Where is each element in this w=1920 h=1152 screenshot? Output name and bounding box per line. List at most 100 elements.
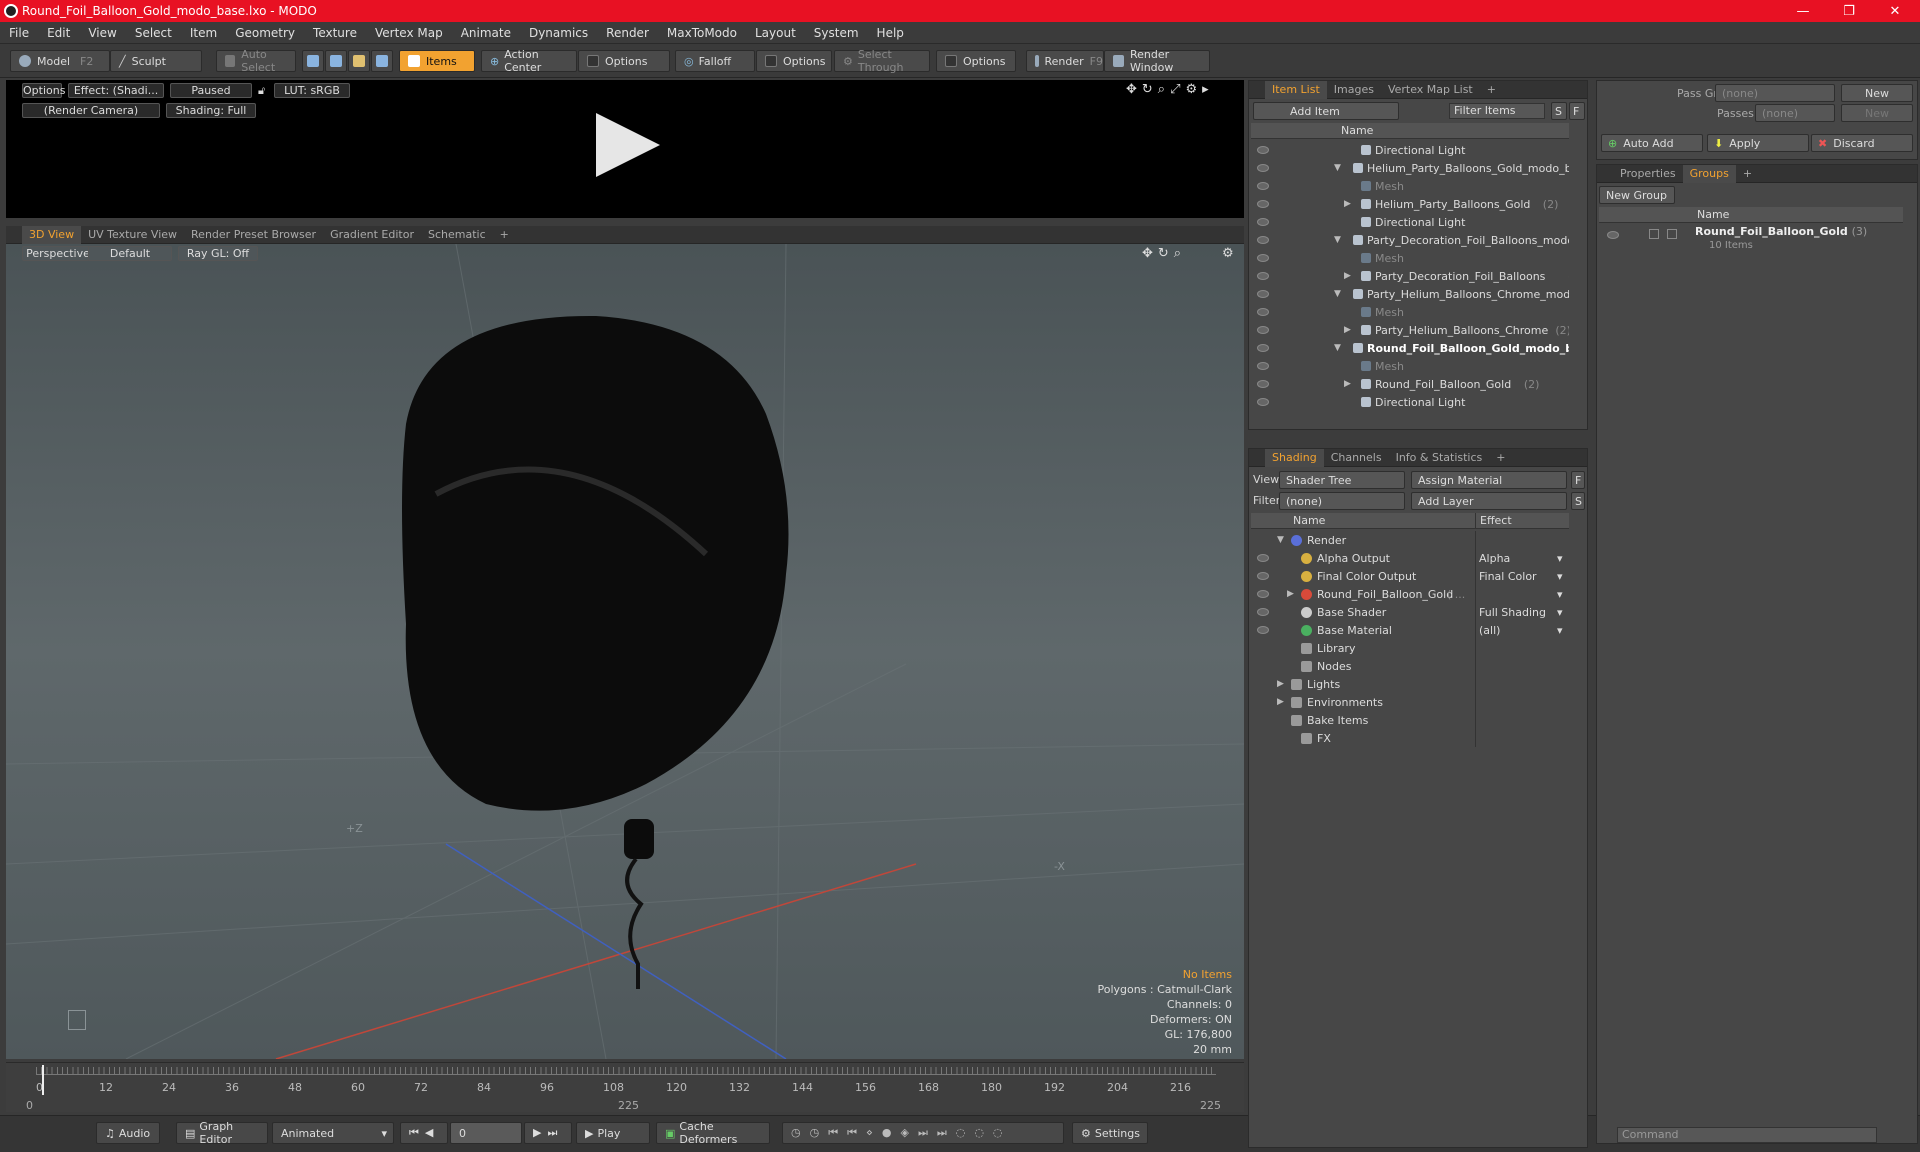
expand-arrow-icon[interactable]: ▶ [1287, 589, 1294, 599]
add-tab-button[interactable]: + [1736, 165, 1759, 183]
preview-camera-dropdown[interactable]: (Render Camera) [22, 103, 160, 118]
item-list-row[interactable]: ▼ Party_Helium_Balloons_Chrome_modo_b... [1251, 285, 1569, 303]
3d-viewport[interactable]: Perspective Default Ray GL: Off ✥↻⌕ ⚙ +Z… [6, 244, 1244, 1059]
visibility-eye-icon[interactable] [1257, 572, 1269, 580]
item-list-row[interactable]: ▶ Party_Decoration_Foil_Balloons (2) [1251, 267, 1569, 285]
tab-3d-view[interactable]: 3D View [22, 225, 82, 244]
action-center-button[interactable]: ⊕ Action Center [481, 48, 577, 74]
item-list-row[interactable]: ▼ Round_Foil_Balloon_Gold_modo_b... [1251, 339, 1569, 357]
menu-select[interactable]: Select [126, 26, 181, 40]
chevron-down-icon[interactable]: ▾ [1557, 588, 1563, 601]
visibility-eye-icon[interactable] [1257, 272, 1269, 280]
falloff-button[interactable]: ◎ Falloff [675, 50, 755, 72]
expand-arrow-icon[interactable]: ▼ [1334, 163, 1341, 173]
expand-arrow-icon[interactable]: ▼ [1334, 343, 1341, 353]
perspective-dropdown[interactable]: Perspective [22, 246, 94, 261]
visibility-eye-icon[interactable] [1257, 308, 1269, 316]
add-tab-button[interactable]: + [1489, 449, 1512, 467]
item-list-row[interactable]: ▶ Helium_Party_Balloons_Gold (2) [1251, 195, 1569, 213]
sculpt-button[interactable]: ╱ Sculpt [110, 50, 202, 72]
menu-item[interactable]: Item [181, 26, 226, 40]
maximize-button[interactable]: ❐ [1826, 0, 1872, 22]
key-controls[interactable]: ◷◷⏮⏮⋄●◈⏭⏭◌◌◌ [782, 1122, 1064, 1144]
new-pass-button[interactable]: New [1841, 104, 1913, 122]
viewport-settings-icon[interactable]: ⚙ [1222, 246, 1234, 261]
menu-layout[interactable]: Layout [746, 26, 805, 40]
filter-dropdown[interactable]: (none) [1279, 492, 1405, 510]
menu-texture[interactable]: Texture [304, 26, 366, 40]
preview-nav-icons[interactable]: ✥↻⌕⤢⚙▸ [1126, 82, 1214, 97]
expand-arrow-icon[interactable]: ▼ [1334, 235, 1341, 245]
playhead-marker[interactable] [42, 1065, 44, 1095]
close-button[interactable]: ✕ [1872, 0, 1918, 22]
tab-info-statistics[interactable]: Info & Statistics [1389, 449, 1490, 467]
tab-item-list[interactable]: Item List [1265, 80, 1327, 99]
menu-render[interactable]: Render [597, 26, 658, 40]
menu-vertex-map[interactable]: Vertex Map [366, 26, 452, 40]
visibility-eye-icon[interactable] [1257, 608, 1269, 616]
auto-add-button[interactable]: ⊕ Auto Add [1601, 134, 1703, 152]
visibility-eye-icon[interactable] [1257, 380, 1269, 388]
cache-deformers-button[interactable]: ▣ Cache Deformers [656, 1120, 770, 1146]
item-list-row[interactable]: Mesh [1251, 177, 1569, 195]
menu-animate[interactable]: Animate [452, 26, 520, 40]
menu-edit[interactable]: Edit [38, 26, 79, 40]
render-button[interactable]: Render F9 [1026, 50, 1104, 72]
graph-editor-button[interactable]: ▤ Graph Editor [176, 1120, 268, 1146]
tab-gradient-editor[interactable]: Gradient Editor [323, 226, 421, 244]
apply-button[interactable]: ⬇ Apply [1707, 134, 1809, 152]
item-list-row[interactable]: ▶ Party_Helium_Balloons_Chrome (2) [1251, 321, 1569, 339]
item-list-row[interactable]: Mesh [1251, 303, 1569, 321]
visibility-eye-icon[interactable] [1257, 254, 1269, 262]
item-list-row[interactable]: ▼ Helium_Party_Balloons_Gold_modo_bas ... [1251, 159, 1569, 177]
shader-tree-row[interactable]: Alpha Output Alpha ▾ [1251, 549, 1569, 567]
shader-tree-row[interactable]: ▶ Round_Foil_Balloon_Gold( ... ▾ [1251, 585, 1569, 603]
discard-button[interactable]: ✖ Discard [1811, 134, 1913, 152]
select-edges-button[interactable] [325, 50, 347, 72]
tab-vertex-map-list[interactable]: Vertex Map List [1381, 81, 1480, 99]
item-list-row[interactable]: Directional Light [1251, 141, 1569, 159]
shading-s-button[interactable]: S [1571, 492, 1585, 510]
tab-channels[interactable]: Channels [1324, 449, 1389, 467]
visibility-eye-icon[interactable] [1257, 164, 1269, 172]
shader-tree-row[interactable]: ▼ Render [1251, 531, 1569, 549]
preview-effect-dropdown[interactable]: Effect: (Shadi... [68, 83, 164, 98]
item-list-row[interactable]: ▼ Party_Decoration_Foil_Balloons_modo_b..… [1251, 231, 1569, 249]
shader-tree-row[interactable]: Base Shader Full Shading ▾ [1251, 603, 1569, 621]
group-visibility-eye-icon[interactable] [1607, 231, 1619, 239]
shader-tree-row[interactable]: Library [1251, 639, 1569, 657]
menu-dynamics[interactable]: Dynamics [520, 26, 597, 40]
default-style-dropdown[interactable]: Default [88, 246, 172, 261]
preview-paused-button[interactable]: Paused [170, 83, 252, 98]
filter-f-button[interactable]: F [1569, 102, 1585, 120]
new-pass-group-button[interactable]: New [1841, 84, 1913, 102]
play-button[interactable]: ▶ Play [576, 1122, 650, 1144]
preview-options-button[interactable]: Options [22, 83, 65, 98]
item-list-row[interactable]: Mesh [1251, 249, 1569, 267]
auto-select-button[interactable]: Auto Select [216, 48, 296, 74]
filter-items-input[interactable]: Filter Items [1449, 103, 1545, 119]
menu-system[interactable]: System [805, 26, 868, 40]
chevron-down-icon[interactable]: ▾ [1557, 624, 1563, 637]
expand-arrow-icon[interactable]: ▶ [1344, 325, 1351, 335]
visibility-eye-icon[interactable] [1257, 626, 1269, 634]
expand-arrow-icon[interactable]: ▶ [1277, 697, 1284, 707]
shader-tree-row[interactable]: Nodes [1251, 657, 1569, 675]
shader-tree-row[interactable]: Bake Items [1251, 711, 1569, 729]
shader-tree-row[interactable]: ▶ Environments [1251, 693, 1569, 711]
select-through-options-button[interactable]: Options [936, 50, 1016, 72]
items-mode-button[interactable]: Items [399, 50, 475, 72]
passes-dropdown[interactable]: (none) [1755, 104, 1835, 122]
group-select-checkbox[interactable] [1667, 229, 1677, 239]
visibility-eye-icon[interactable] [1257, 236, 1269, 244]
visibility-eye-icon[interactable] [1257, 344, 1269, 352]
audio-button[interactable]: ♫ Audio [96, 1122, 160, 1144]
select-materials-button[interactable] [371, 50, 393, 72]
render-window-button[interactable]: Render Window [1104, 48, 1210, 74]
visibility-eye-icon[interactable] [1257, 554, 1269, 562]
shader-effect-dropdown[interactable]: Full Shading [1479, 606, 1546, 619]
shader-tree-row[interactable]: Base Material (all) ▾ [1251, 621, 1569, 639]
select-through-button[interactable]: ⚙ Select Through [834, 48, 930, 74]
shader-effect-dropdown[interactable]: Alpha [1479, 552, 1510, 565]
animated-dropdown[interactable]: Animated ▾ [272, 1122, 394, 1144]
